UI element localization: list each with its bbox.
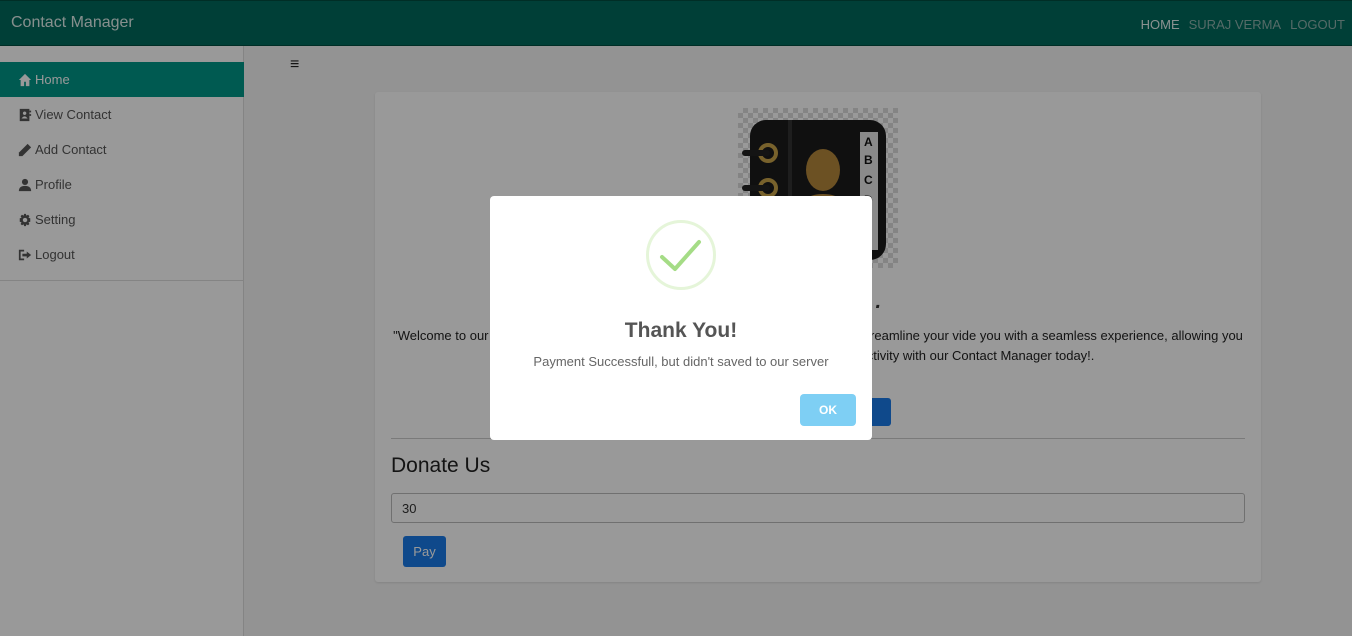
success-circle [646, 220, 716, 290]
dialog-title: Thank You! [624, 319, 738, 342]
checkmark-icon [660, 240, 701, 271]
dialog-message: Payment Successfull, but didn't saved to… [533, 354, 829, 369]
ok-button[interactable]: OK [800, 394, 856, 426]
success-dialog: Thank You! Payment Successfull, but didn… [490, 196, 872, 440]
